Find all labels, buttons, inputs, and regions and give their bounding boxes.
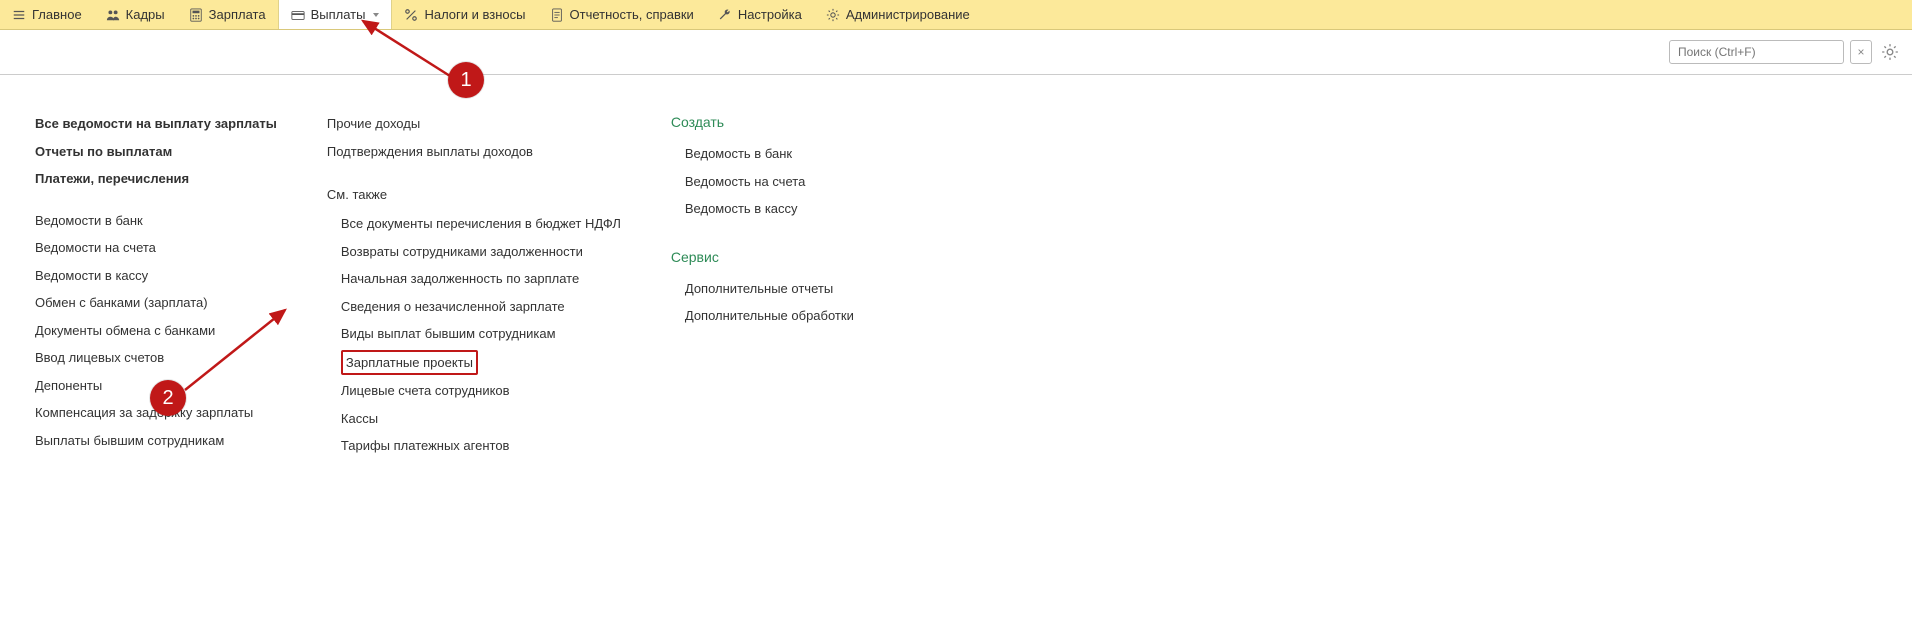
nav-label: Кадры <box>126 7 165 22</box>
nav-label: Администрирование <box>846 7 970 22</box>
link-payment-reports[interactable]: Отчеты по выплатам <box>35 138 277 166</box>
document-icon <box>550 8 564 22</box>
link-employee-debt-returns[interactable]: Возвраты сотрудниками задолженности <box>327 238 621 266</box>
heading-service: Сервис <box>671 245 901 269</box>
subheader: × <box>0 30 1912 75</box>
link-payment-agent-tariffs[interactable]: Тарифы платежных агентов <box>327 432 621 460</box>
nav-label: Зарплата <box>209 7 266 22</box>
calculator-icon <box>189 8 203 22</box>
link-cash-desks[interactable]: Кассы <box>327 405 621 433</box>
link-former-employee-payments[interactable]: Выплаты бывшим сотрудникам <box>35 427 277 455</box>
nav-salary[interactable]: Зарплата <box>177 0 278 29</box>
nav-payments[interactable]: Выплаты <box>278 0 393 29</box>
section-see-also: См. также <box>327 183 621 206</box>
link-statements-bank[interactable]: Ведомости в банк <box>35 207 277 235</box>
link-employee-accounts[interactable]: Лицевые счета сотрудников <box>327 377 621 405</box>
link-additional-reports[interactable]: Дополнительные отчеты <box>671 275 901 303</box>
nav-personnel[interactable]: Кадры <box>94 0 177 29</box>
nav-reports[interactable]: Отчетность, справки <box>538 0 706 29</box>
nav-label: Настройка <box>738 7 802 22</box>
link-initial-salary-debt[interactable]: Начальная задолженность по зарплате <box>327 265 621 293</box>
link-former-employee-payment-types[interactable]: Виды выплат бывшим сотрудникам <box>327 320 621 348</box>
percent-icon <box>404 8 418 22</box>
chevron-down-icon <box>373 13 379 17</box>
wrench-icon <box>718 8 732 22</box>
link-additional-processings[interactable]: Дополнительные обработки <box>671 302 901 330</box>
gear-icon <box>826 8 840 22</box>
link-personal-accounts-input[interactable]: Ввод лицевых счетов <box>35 344 277 372</box>
link-statements-cash[interactable]: Ведомости в кассу <box>35 262 277 290</box>
link-statements-accounts[interactable]: Ведомости на счета <box>35 234 277 262</box>
close-icon: × <box>1857 45 1864 59</box>
gear-icon <box>1881 43 1899 61</box>
search-clear-button[interactable]: × <box>1850 40 1872 64</box>
nav-label: Главное <box>32 7 82 22</box>
column-3: Создать Ведомость в банк Ведомость на сч… <box>671 110 901 460</box>
wallet-icon <box>291 8 305 22</box>
nav-admin[interactable]: Администрирование <box>814 0 982 29</box>
panel-settings-button[interactable] <box>1878 40 1902 64</box>
nav-label: Выплаты <box>311 7 366 22</box>
nav-settings[interactable]: Настройка <box>706 0 814 29</box>
link-other-income[interactable]: Прочие доходы <box>327 110 621 138</box>
nav-label: Отчетность, справки <box>570 7 694 22</box>
link-bank-exchange-docs[interactable]: Документы обмена с банками <box>35 317 277 345</box>
nav-main[interactable]: Главное <box>0 0 94 29</box>
content-area: Все ведомости на выплату зарплаты Отчеты… <box>0 75 1912 470</box>
search-input[interactable] <box>1669 40 1844 64</box>
link-create-account-statement[interactable]: Ведомость на счета <box>671 168 901 196</box>
top-navigation-bar: Главное Кадры Зарплата Выплаты Налоги и … <box>0 0 1912 30</box>
link-bank-exchange[interactable]: Обмен с банками (зарплата) <box>35 289 277 317</box>
annotation-2: 2 <box>150 380 186 416</box>
highlight-salary-projects: Зарплатные проекты <box>341 350 478 376</box>
nav-label: Налоги и взносы <box>424 7 525 22</box>
link-salary-projects[interactable]: Зарплатные проекты <box>346 355 473 370</box>
link-ndfl-budget-docs[interactable]: Все документы перечисления в бюджет НДФЛ <box>327 210 621 238</box>
annotation-1: 1 <box>448 62 484 98</box>
link-income-confirmations[interactable]: Подтверждения выплаты доходов <box>327 138 621 166</box>
link-create-bank-statement[interactable]: Ведомость в банк <box>671 140 901 168</box>
people-icon <box>106 8 120 22</box>
link-create-cash-statement[interactable]: Ведомость в кассу <box>671 195 901 223</box>
heading-create: Создать <box>671 110 901 134</box>
menu-icon <box>12 8 26 22</box>
link-all-statements[interactable]: Все ведомости на выплату зарплаты <box>35 110 277 138</box>
nav-taxes[interactable]: Налоги и взносы <box>392 0 537 29</box>
link-payments-transfers[interactable]: Платежи, перечисления <box>35 165 277 193</box>
link-uncredited-salary-info[interactable]: Сведения о незачисленной зарплате <box>327 293 621 321</box>
column-2: Прочие доходы Подтверждения выплаты дохо… <box>327 110 621 460</box>
